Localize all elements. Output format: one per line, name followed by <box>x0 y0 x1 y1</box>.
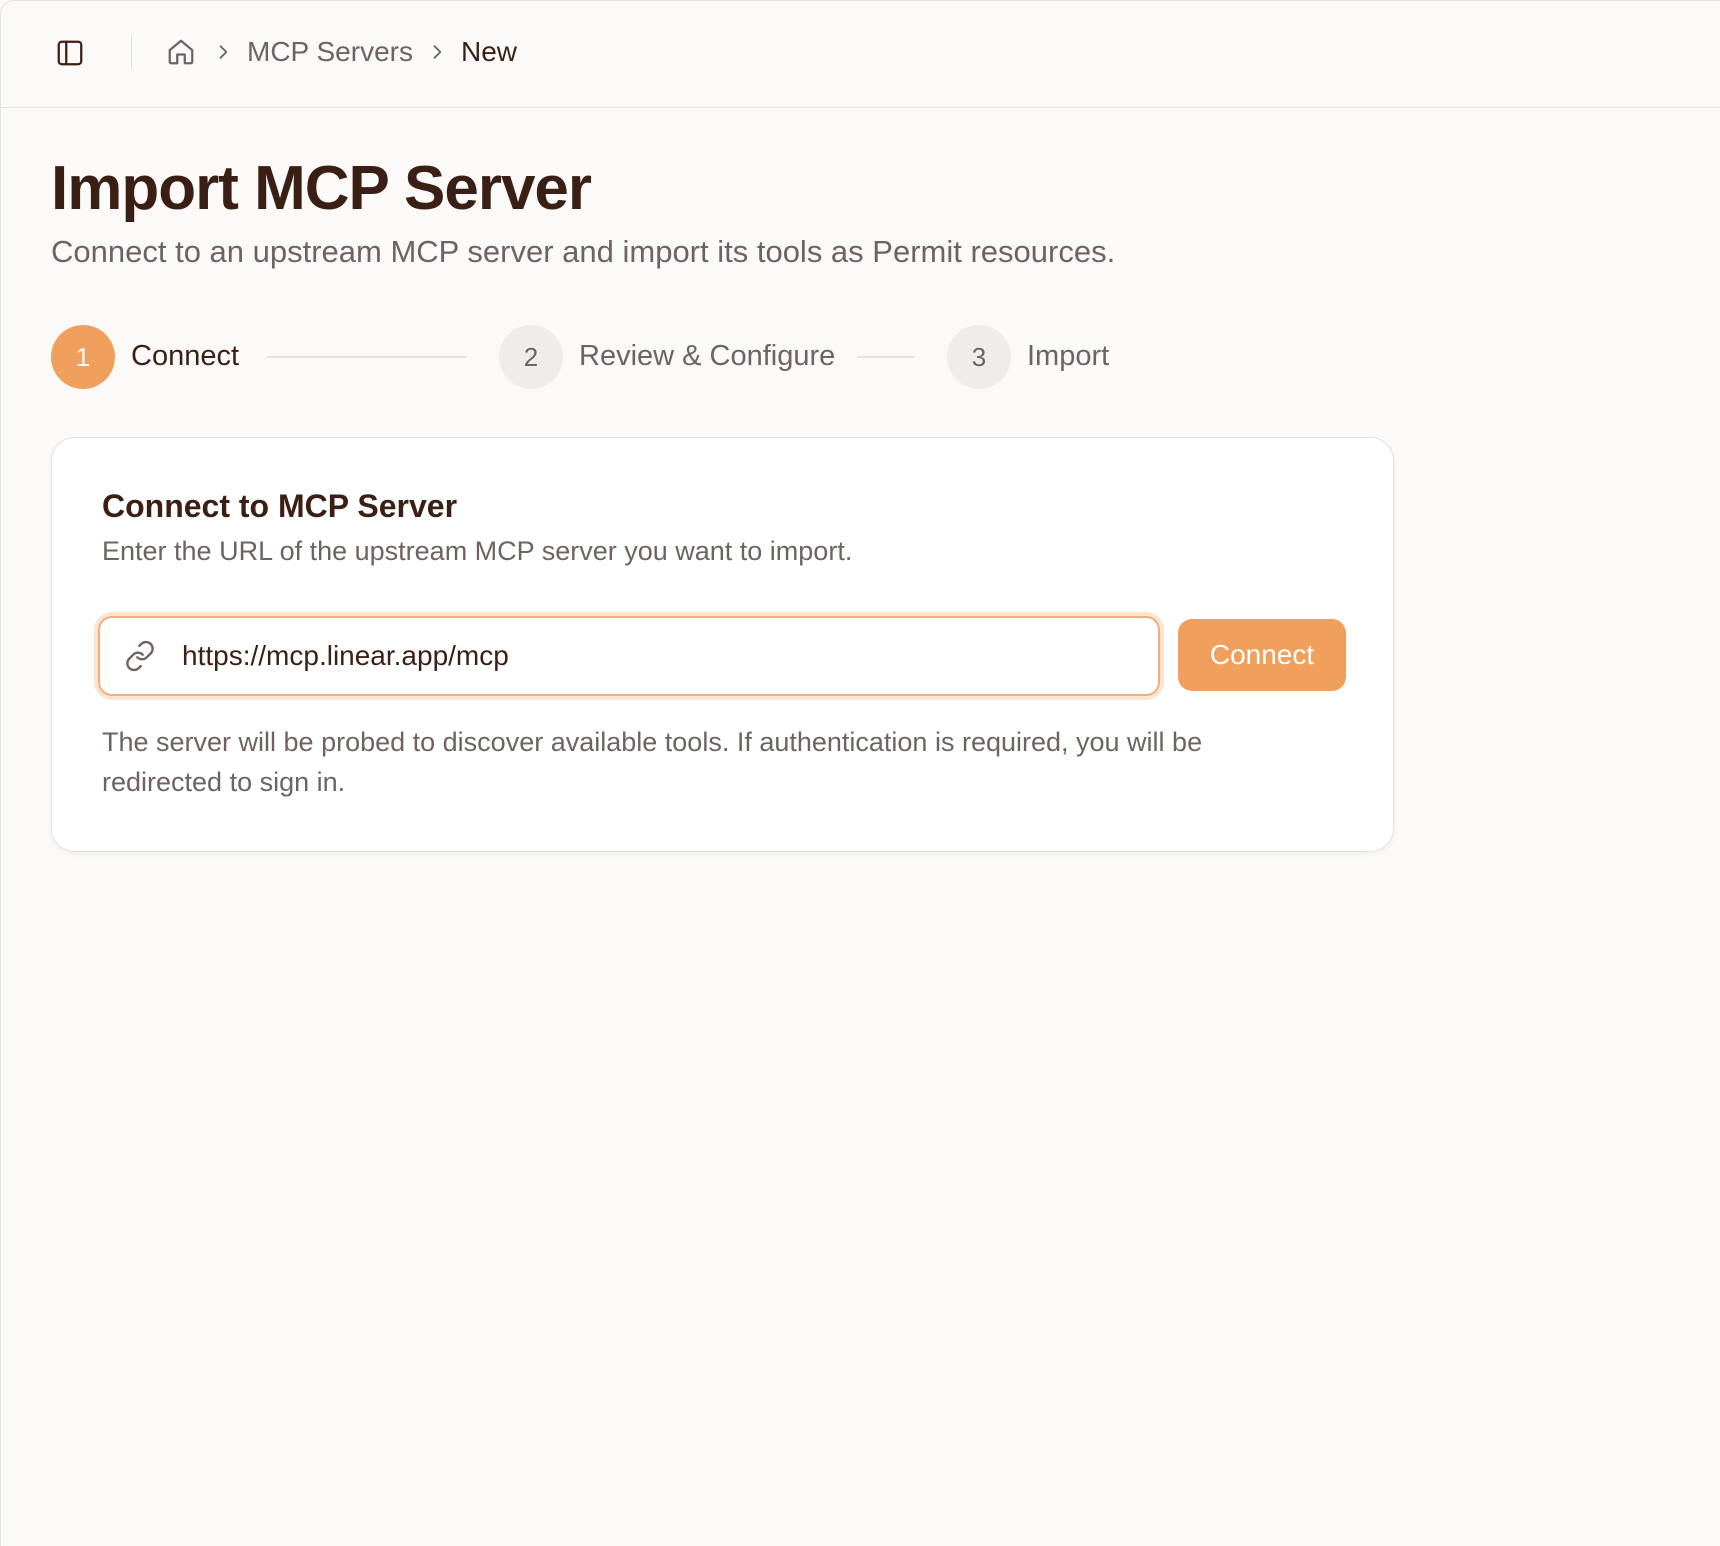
chevron-right-icon <box>425 40 449 64</box>
breadcrumb-mcp-servers[interactable]: MCP Servers <box>247 36 413 68</box>
page-subtitle: Connect to an upstream MCP server and im… <box>51 234 1116 269</box>
step-1-label: Connect <box>131 340 240 372</box>
server-url-input[interactable] <box>182 640 1142 672</box>
step-1-circle: 1 <box>51 325 115 389</box>
card-title: Connect to MCP Server <box>102 488 458 524</box>
divider <box>131 35 132 69</box>
connect-button[interactable]: Connect <box>1178 619 1346 691</box>
step-3-label: Import <box>1027 340 1110 372</box>
breadcrumb-current: New <box>460 36 517 67</box>
stepper: 1 Connect 2 Review & Configure 3 Import <box>51 325 1251 389</box>
step-3-circle: 3 <box>947 325 1011 389</box>
step-connector <box>267 356 467 358</box>
chevron-right-icon <box>211 40 235 64</box>
server-url-field[interactable] <box>98 616 1160 696</box>
step-connector <box>857 356 915 358</box>
card-description: Enter the URL of the upstream MCP server… <box>102 536 853 566</box>
app-window: MCP Servers New Import MCP Server Connec… <box>0 0 1720 1546</box>
connect-card: Connect to MCP Server Enter the URL of t… <box>51 437 1394 852</box>
breadcrumb: MCP Servers New <box>163 31 517 73</box>
card-help-text: The server will be probed to discover av… <box>102 727 1203 797</box>
home-icon[interactable] <box>163 34 199 70</box>
top-bar: MCP Servers New <box>1 1 1720 108</box>
page-title: Import MCP Server <box>51 154 592 223</box>
link-icon <box>120 636 160 676</box>
sidebar-toggle-icon[interactable] <box>53 36 87 70</box>
step-2-label: Review & Configure <box>579 340 836 372</box>
step-2-circle: 2 <box>499 325 563 389</box>
